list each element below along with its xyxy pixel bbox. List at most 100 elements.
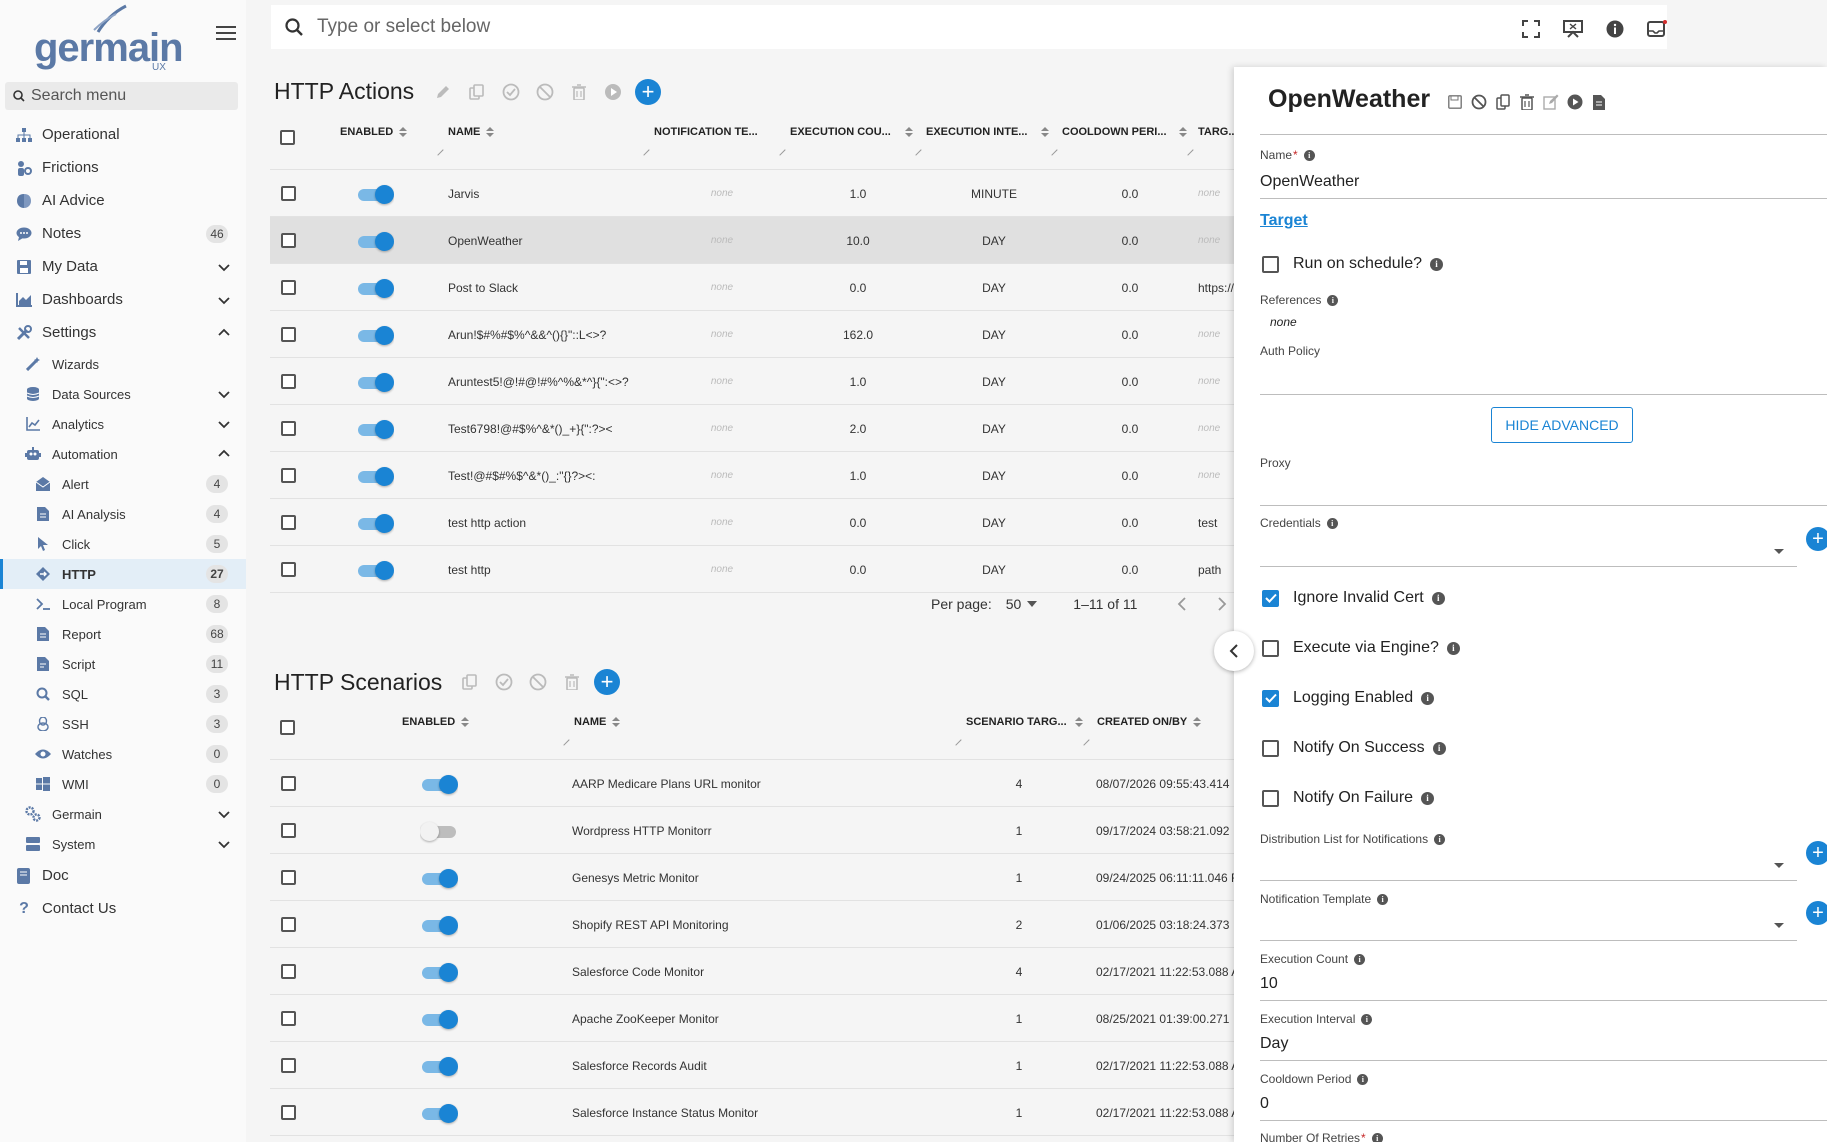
- presentation-icon[interactable]: [1563, 19, 1583, 39]
- table-row[interactable]: Post to Slack none 0.0 DAY 0.0 https://: [270, 264, 1234, 311]
- menu-toggle-button[interactable]: [214, 22, 238, 46]
- sidebar-item-script[interactable]: Script 11: [0, 649, 246, 679]
- info-icon[interactable]: [1605, 19, 1625, 39]
- name-field[interactable]: OpenWeather: [1260, 173, 1359, 191]
- enabled-toggle[interactable]: [420, 1103, 458, 1123]
- table-row[interactable]: Genesys Metric Monitor 1 09/24/2025 06:11:…: [270, 854, 1234, 901]
- sidebar-item-contact-us[interactable]: ? Contact Us: [0, 892, 246, 925]
- enabled-toggle[interactable]: [356, 231, 394, 251]
- info-icon[interactable]: i: [1327, 294, 1339, 306]
- sidebar-item-data-sources[interactable]: Data Sources: [0, 379, 246, 409]
- column-header-created-on-by[interactable]: CREATED ON/BY: [1097, 716, 1202, 728]
- copy-icon[interactable]: [458, 670, 482, 694]
- germain-logo[interactable]: germain UX: [30, 4, 184, 73]
- column-resizer[interactable]: [1182, 144, 1194, 156]
- document-icon[interactable]: [1590, 93, 1608, 111]
- column-header-target[interactable]: TARG...: [1198, 126, 1238, 138]
- table-row[interactable]: AARP Medicare Plans URL monitor 4 08/07/20…: [270, 760, 1234, 807]
- row-checkbox[interactable]: [281, 421, 296, 436]
- sidebar-item-settings[interactable]: Settings: [0, 316, 246, 349]
- execute-via-engine-checkbox[interactable]: Execute via Engine? i: [1262, 639, 1460, 657]
- hide-advanced-button[interactable]: HIDE ADVANCED: [1491, 407, 1633, 443]
- sidebar-item-wizards[interactable]: Wizards: [0, 349, 246, 379]
- table-row[interactable]: Arun!$#%#$%^&&^(){}"::L<>? none 162.0 DAY 0.…: [270, 311, 1234, 358]
- proxy-field[interactable]: [1260, 505, 1827, 506]
- column-resizer[interactable]: [432, 144, 444, 156]
- column-header-notification-template[interactable]: NOTIFICATION TE...: [654, 126, 758, 138]
- row-checkbox[interactable]: [281, 327, 296, 342]
- column-header-execution-count[interactable]: EXECUTION COU...: [790, 126, 913, 138]
- play-icon[interactable]: [1566, 93, 1584, 111]
- select-all-checkbox[interactable]: [280, 130, 295, 145]
- search-menu-box[interactable]: [5, 82, 238, 110]
- inbox-notification-icon[interactable]: [1647, 19, 1667, 39]
- row-checkbox[interactable]: [281, 964, 296, 979]
- enabled-toggle[interactable]: [420, 774, 458, 794]
- logging-enabled-checkbox[interactable]: Logging Enabled i: [1262, 689, 1435, 707]
- sidebar-item-http[interactable]: HTTP 27: [0, 559, 246, 589]
- table-row[interactable]: Test6798!@#$%^&*()_+}{":?>< none 2.0 DAY 0.0…: [270, 405, 1234, 452]
- info-icon[interactable]: i: [1421, 791, 1435, 805]
- row-checkbox[interactable]: [281, 1011, 296, 1026]
- sidebar-item-automation[interactable]: Automation: [0, 439, 246, 469]
- column-resizer[interactable]: [638, 144, 650, 156]
- sidebar-item-dashboards[interactable]: Dashboards: [0, 283, 246, 316]
- row-checkbox[interactable]: [281, 468, 296, 483]
- table-row[interactable]: Salesforce Instance Status Monitor 1 02/17…: [270, 1089, 1234, 1136]
- check-circle-icon[interactable]: [492, 670, 516, 694]
- edit-icon[interactable]: [431, 80, 455, 104]
- sidebar-item-watches[interactable]: Watches 0: [0, 739, 246, 769]
- row-checkbox[interactable]: [281, 280, 296, 295]
- enabled-toggle[interactable]: [356, 325, 394, 345]
- disable-icon[interactable]: [533, 80, 557, 104]
- column-resizer[interactable]: [1046, 144, 1058, 156]
- per-page-select[interactable]: 50: [1006, 596, 1038, 612]
- column-resizer[interactable]: [950, 734, 962, 746]
- info-icon[interactable]: i: [1326, 517, 1338, 529]
- enabled-toggle[interactable]: [356, 419, 394, 439]
- sidebar-item-ai-analysis[interactable]: AI Analysis 4: [0, 499, 246, 529]
- chevron-down-icon[interactable]: [218, 838, 230, 850]
- column-header-name[interactable]: NAME: [574, 716, 621, 728]
- credentials-dropdown-caret[interactable]: [1774, 549, 1784, 554]
- sidebar-item-frictions[interactable]: Frictions: [0, 151, 246, 184]
- sidebar-item-local-program[interactable]: Local Program 8: [0, 589, 246, 619]
- row-checkbox[interactable]: [281, 374, 296, 389]
- chevron-down-icon[interactable]: [218, 261, 230, 273]
- add-action-button[interactable]: +: [635, 79, 661, 105]
- enabled-toggle[interactable]: [356, 278, 394, 298]
- info-icon[interactable]: i: [1361, 1013, 1373, 1025]
- add-credentials-button[interactable]: +: [1806, 527, 1827, 551]
- chevron-down-icon[interactable]: [218, 808, 230, 820]
- column-header-enabled[interactable]: ENABLED: [340, 126, 408, 138]
- trash-icon[interactable]: [560, 670, 584, 694]
- sidebar-item-alert[interactable]: Alert 4: [0, 469, 246, 499]
- enabled-toggle[interactable]: [420, 1056, 458, 1076]
- info-icon[interactable]: i: [1446, 641, 1460, 655]
- column-header-enabled[interactable]: ENABLED: [402, 716, 470, 728]
- auth-policy-field[interactable]: [1260, 394, 1827, 395]
- collapse-panel-button[interactable]: [1214, 631, 1254, 671]
- table-row[interactable]: Wordpress HTTP Monitorr 1 09/17/2024 03:58…: [270, 807, 1234, 854]
- table-row[interactable]: Salesforce Code Monitor 4 02/17/2021 11:22…: [270, 948, 1234, 995]
- add-notification-template-button[interactable]: +: [1806, 901, 1827, 925]
- execution-interval-field[interactable]: Day: [1260, 1035, 1288, 1053]
- enabled-toggle[interactable]: [356, 184, 394, 204]
- distribution-list-field[interactable]: [1260, 880, 1797, 881]
- info-icon[interactable]: i: [1357, 1073, 1369, 1085]
- cooldown-period-field[interactable]: 0: [1260, 1095, 1269, 1113]
- enabled-toggle[interactable]: [420, 1009, 458, 1029]
- enabled-toggle[interactable]: [420, 915, 458, 935]
- row-checkbox[interactable]: [281, 186, 296, 201]
- add-distribution-list-button[interactable]: +: [1806, 841, 1827, 865]
- notification-template-dropdown-caret[interactable]: [1774, 923, 1784, 928]
- column-header-execution-interval[interactable]: EXECUTION INTE...: [926, 126, 1050, 138]
- table-row[interactable]: test http none 0.0 DAY 0.0 path: [270, 546, 1234, 593]
- sidebar-item-operational[interactable]: Operational: [0, 118, 246, 151]
- edit-icon[interactable]: [1542, 93, 1560, 111]
- run-on-schedule-checkbox[interactable]: Run on schedule? i: [1262, 255, 1443, 273]
- global-search-bar[interactable]: [271, 5, 1667, 49]
- info-icon[interactable]: i: [1303, 149, 1315, 161]
- chevron-right-icon[interactable]: [1217, 597, 1227, 611]
- sidebar-item-analytics[interactable]: Analytics: [0, 409, 246, 439]
